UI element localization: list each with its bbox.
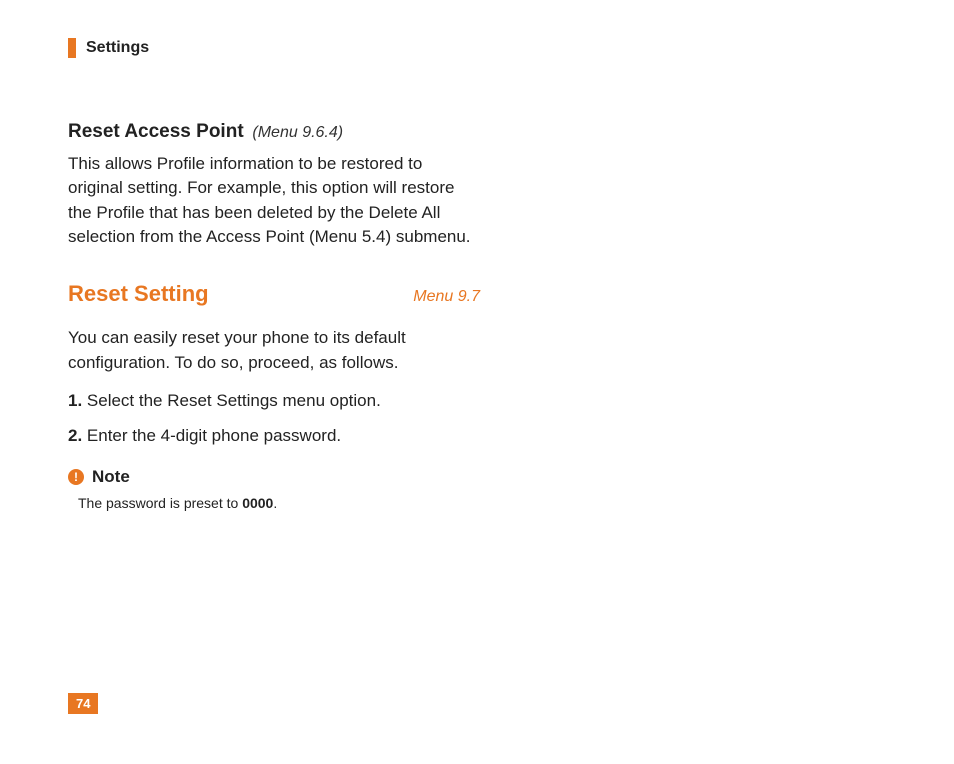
section-title: Reset Access Point [68, 121, 244, 142]
note-body: The password is preset to 0000. [78, 493, 480, 513]
list-item: 1. Select the Reset Settings menu option… [68, 389, 480, 414]
step-number: 1. [68, 391, 82, 410]
note-body-prefix: The password is preset to [78, 495, 242, 511]
section-menu-ref: (Menu 9.6.4) [252, 124, 343, 141]
note-label: Note [92, 465, 130, 490]
header-title: Settings [86, 39, 149, 57]
section-menu-ref: Menu 9.7 [413, 285, 480, 308]
section-title: Reset Setting [68, 278, 209, 310]
note-preset-value: 0000 [242, 495, 273, 511]
alert-icon: ! [68, 469, 84, 485]
section-reset-setting-intro: You can easily reset your phone to its d… [68, 326, 480, 375]
section-reset-access-point-body: This allows Profile information to be re… [68, 152, 480, 251]
step-text: Enter the 4-digit phone password. [82, 426, 341, 445]
header-accent-bar [68, 38, 76, 58]
step-text: Select the Reset Settings menu option. [82, 391, 381, 410]
page-header: Settings [68, 38, 954, 58]
section-reset-setting-heading: Reset Setting Menu 9.7 [68, 278, 480, 310]
note-heading: ! Note [68, 465, 480, 490]
page-content: Reset Access Point (Menu 9.6.4) This all… [68, 118, 480, 514]
list-item: 2. Enter the 4-digit phone password. [68, 424, 480, 449]
note-body-suffix: . [273, 495, 277, 511]
section-reset-access-point-heading: Reset Access Point (Menu 9.6.4) [68, 118, 480, 146]
manual-page: Settings Reset Access Point (Menu 9.6.4)… [0, 0, 954, 764]
step-number: 2. [68, 426, 82, 445]
page-number-badge: 74 [68, 693, 98, 714]
